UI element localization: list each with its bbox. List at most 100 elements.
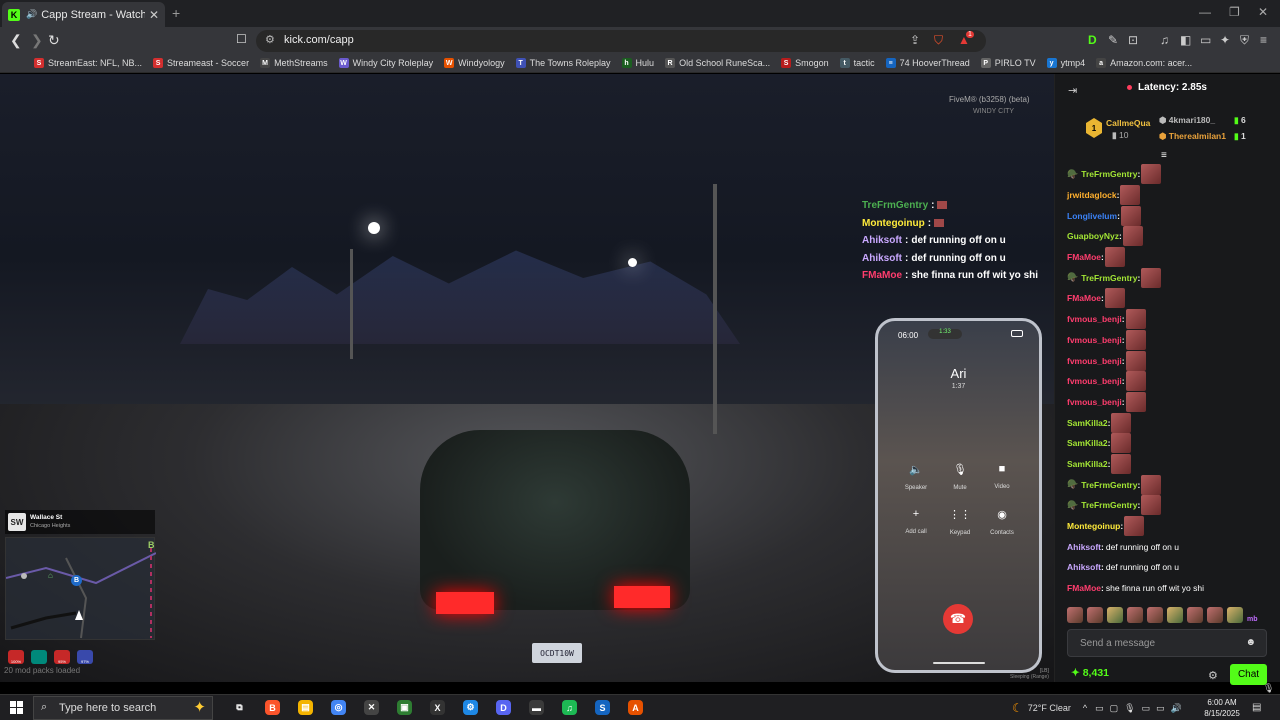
chat-username[interactable]: fvmous_benji xyxy=(1067,397,1122,407)
chat-emote-icon[interactable] xyxy=(1120,185,1141,206)
bookmark-item[interactable]: R Old School RuneSca... xyxy=(665,58,770,68)
tab-close-icon[interactable]: ✕ xyxy=(149,8,159,22)
chat-username[interactable]: SamKilla2 xyxy=(1067,418,1108,428)
chat-username[interactable]: SamKilla2 xyxy=(1067,438,1108,448)
bookmark-item[interactable]: h Hulu xyxy=(621,58,654,68)
emoji-picker-icon[interactable]: ☻ xyxy=(1245,637,1256,648)
chat-username[interactable]: TreFrmGentry xyxy=(1081,169,1137,179)
bookmark-item[interactable]: t tactic xyxy=(839,58,875,68)
chat-paused-icon[interactable]: ≡ xyxy=(1161,150,1167,161)
restore-icon[interactable]: ❐ xyxy=(1229,5,1240,19)
chat-emote-icon[interactable] xyxy=(1125,371,1146,392)
leo-icon[interactable]: ✦ xyxy=(1220,33,1230,47)
site-info-icon[interactable]: ⚙ xyxy=(265,33,275,46)
leaderboard-entry-2[interactable]: ⬢ 4kmari180_ xyxy=(1159,115,1215,126)
windows-start-icon[interactable] xyxy=(10,701,23,714)
chat-emote-icon[interactable] xyxy=(1141,495,1162,516)
chat-username[interactable]: jrwitdaglock xyxy=(1067,190,1117,200)
app-x2-taskbar-icon[interactable]: X xyxy=(430,700,445,715)
chat-emote-icon[interactable] xyxy=(1141,474,1162,495)
brave-taskbar-icon[interactable]: B xyxy=(265,700,280,715)
menu-icon[interactable]: ≡ xyxy=(1260,33,1267,47)
bookmark-item[interactable]: a Amazon.com: acer... xyxy=(1096,58,1192,68)
bookmark-item[interactable]: S Streameast - Soccer xyxy=(153,58,249,68)
chat-username[interactable]: fvmous_benji xyxy=(1067,376,1122,386)
chat-username[interactable]: GuapboyNyz xyxy=(1067,231,1119,241)
chat-emote-icon[interactable] xyxy=(1120,205,1141,226)
chat-emote-icon[interactable] xyxy=(1122,226,1143,247)
share-icon[interactable]: ⇪ xyxy=(910,33,920,47)
leaderboard-entry-1[interactable]: CallmeQua xyxy=(1106,118,1150,128)
chat-username[interactable]: FMaMoe xyxy=(1067,252,1101,262)
chat-username[interactable]: Montegoinup xyxy=(1067,521,1120,531)
chat-emote-icon[interactable] xyxy=(1104,288,1125,309)
notifications-icon[interactable]: ▤ xyxy=(1252,702,1261,713)
chat-send-button[interactable]: Chat xyxy=(1230,664,1267,685)
folder-tray-icon[interactable]: ▭ xyxy=(1095,703,1104,714)
chat-username[interactable]: fvmous_benji xyxy=(1067,335,1122,345)
back-icon[interactable]: ❮ xyxy=(10,32,22,49)
battery-tray-icon[interactable]: ▭ xyxy=(1142,703,1151,714)
forward-icon[interactable]: ❯ xyxy=(31,32,43,49)
network-tray-icon[interactable]: ▭ xyxy=(1156,703,1165,714)
chat-emote-icon[interactable] xyxy=(1141,267,1162,288)
emote-icon[interactable] xyxy=(1227,607,1243,623)
taskbar-clock[interactable]: 6:00 AM 8/15/2025 xyxy=(1200,697,1244,719)
bookmark-item[interactable]: W Windy City Roleplay xyxy=(338,58,433,68)
emote-icon[interactable] xyxy=(1127,607,1143,623)
bookmark-item[interactable]: P PIRLO TV xyxy=(980,58,1036,68)
microphone-tray-icon[interactable]: 🎙 xyxy=(1124,703,1135,714)
app-blue-taskbar-icon[interactable]: ⚙ xyxy=(463,700,478,715)
chat-emote-icon[interactable] xyxy=(1141,164,1162,185)
kicks-balance[interactable]: ✦ 8,431 xyxy=(1071,667,1109,679)
app-a-taskbar-icon[interactable]: A xyxy=(628,700,643,715)
emote-icon[interactable] xyxy=(1207,607,1223,623)
wallet-icon[interactable]: ▭ xyxy=(1200,33,1211,47)
emote-icon[interactable] xyxy=(1167,607,1183,623)
chat-username[interactable]: Ahiksoft xyxy=(1067,542,1101,552)
window-close-icon[interactable]: ✕ xyxy=(1258,5,1268,19)
volume-icon[interactable]: 🔊 xyxy=(1171,703,1182,714)
chat-emote-icon[interactable] xyxy=(1111,453,1132,474)
tray-expand-icon[interactable]: ^ xyxy=(1083,703,1087,713)
emote-icon[interactable] xyxy=(1147,607,1163,623)
spotify-taskbar-icon[interactable]: ♫ xyxy=(562,700,577,715)
chat-username[interactable]: fvmous_benji xyxy=(1067,356,1122,366)
chat-username[interactable]: Longlivelum xyxy=(1067,211,1117,221)
file-explorer-taskbar-icon[interactable]: ▤ xyxy=(298,700,313,715)
bookmark-item[interactable]: T The Towns Roleplay xyxy=(515,58,611,68)
extension-d-icon[interactable]: D xyxy=(1088,33,1097,47)
bookmark-item[interactable]: M MethStreams xyxy=(260,58,328,68)
chat-emote-icon[interactable] xyxy=(1124,516,1145,537)
chrome-taskbar-icon[interactable]: ◎ xyxy=(331,700,346,715)
chat-emote-icon[interactable] xyxy=(1125,391,1146,412)
chat-emote-icon[interactable] xyxy=(1125,309,1146,330)
brave-shields-icon[interactable]: ⛉ xyxy=(934,33,943,48)
chat-emote-icon[interactable] xyxy=(1111,433,1132,454)
chat-username[interactable]: TreFrmGentry xyxy=(1081,480,1137,490)
chat-username[interactable]: Ahiksoft xyxy=(1067,562,1101,572)
minimize-icon[interactable]: — xyxy=(1199,5,1211,19)
chat-username[interactable]: fvmous_benji xyxy=(1067,314,1122,324)
chat-emote-icon[interactable] xyxy=(1111,412,1132,433)
app-s-taskbar-icon[interactable]: S xyxy=(595,700,610,715)
task-view-taskbar-icon[interactable]: ⧉ xyxy=(232,700,247,715)
address-bar[interactable]: ⚙ kick.com/capp xyxy=(256,30,986,52)
mic-icon[interactable]: 🎙 xyxy=(1263,683,1274,694)
bookmark-item[interactable]: S StreamEast: NFL, NB... xyxy=(34,58,142,68)
discord-taskbar-icon[interactable]: D xyxy=(496,700,511,715)
emote-icon[interactable] xyxy=(1187,607,1203,623)
app-game-taskbar-icon[interactable]: ▬ xyxy=(529,700,544,715)
reload-icon[interactable]: ↻ xyxy=(48,32,60,49)
chat-username[interactable]: FMaMoe xyxy=(1067,583,1101,593)
bookmark-item[interactable]: ≡ 74 HooverThread xyxy=(885,58,970,68)
bookmark-item[interactable]: S Smogon xyxy=(781,58,829,68)
audio-playing-icon[interactable]: 🔊 xyxy=(26,9,37,20)
chat-username[interactable]: FMaMoe xyxy=(1067,293,1101,303)
extension-icon[interactable]: ✎ xyxy=(1108,33,1118,47)
chat-username[interactable]: SamKilla2 xyxy=(1067,459,1108,469)
chat-username[interactable]: TreFrmGentry xyxy=(1081,273,1137,283)
chat-settings-icon[interactable]: ⚙ xyxy=(1208,669,1218,682)
chat-username[interactable]: TreFrmGentry xyxy=(1081,500,1137,510)
emote-icon[interactable] xyxy=(1087,607,1103,623)
